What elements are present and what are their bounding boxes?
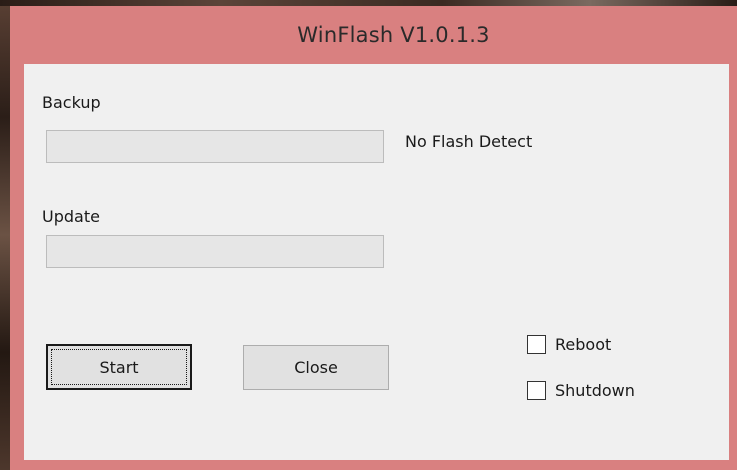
close-button-label: Close: [294, 358, 338, 377]
start-button-focus-rect: [51, 349, 187, 385]
window-title: WinFlash V1.0.1.3: [297, 23, 490, 47]
update-progress-bar: [46, 235, 384, 268]
backup-label: Backup: [42, 93, 101, 112]
winflash-window: WinFlash V1.0.1.3 Backup No Flash Detect…: [10, 6, 737, 470]
reboot-label: Reboot: [555, 335, 612, 354]
backup-progress-bar: [46, 130, 384, 163]
flash-status-text: No Flash Detect: [405, 132, 533, 151]
shutdown-option[interactable]: Shutdown: [527, 381, 635, 400]
start-button[interactable]: Start: [46, 344, 192, 390]
reboot-checkbox[interactable]: [527, 335, 546, 354]
title-bar[interactable]: WinFlash V1.0.1.3: [10, 6, 737, 64]
reboot-option[interactable]: Reboot: [527, 335, 611, 354]
close-button[interactable]: Close: [243, 345, 389, 390]
shutdown-checkbox[interactable]: [527, 381, 546, 400]
update-label: Update: [42, 207, 100, 226]
shutdown-label: Shutdown: [555, 381, 635, 400]
dialog-client-area: Backup No Flash Detect Update Start Clos…: [24, 64, 729, 460]
